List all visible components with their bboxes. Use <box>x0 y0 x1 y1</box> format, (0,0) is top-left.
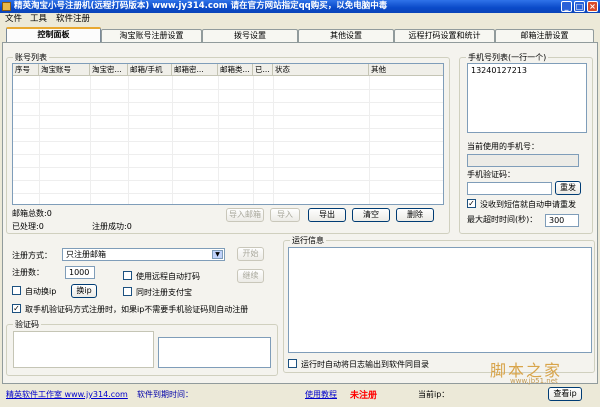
account-table[interactable]: 序号 淘宝账号 淘宝密... 邮箱/手机 邮箱密... 邮箱类... 已... … <box>12 63 444 205</box>
start-button[interactable]: 开始 <box>237 247 264 261</box>
clear-button[interactable]: 清空 <box>352 208 390 222</box>
alipay-checkbox[interactable] <box>123 287 132 296</box>
chevron-down-icon[interactable]: ▼ <box>212 250 223 259</box>
col-other[interactable]: 其他 <box>369 64 443 76</box>
grid-line <box>13 89 443 90</box>
export-button[interactable]: 导出 <box>308 208 346 222</box>
col-processed[interactable]: 已... <box>253 64 273 76</box>
log-label: 运行信息 <box>290 235 326 246</box>
tab-control-panel[interactable]: 控制面板 <box>6 27 101 43</box>
grid-line <box>13 193 443 194</box>
tab-other-settings[interactable]: 其他设置 <box>298 29 394 42</box>
processed-count: 已处理:0 <box>12 222 44 231</box>
expire-label: 软件到期时间： <box>137 390 193 399</box>
remote-captcha-checkbox[interactable] <box>123 271 132 280</box>
auto-resend-label: 没收到短信就自动申请重发 <box>480 200 576 209</box>
current-ip-label: 当前ip： <box>418 390 450 399</box>
register-count-label: 注册数： <box>12 268 44 277</box>
tutorial-link[interactable]: 使用教程 <box>305 389 337 400</box>
auto-export-log-label: 运行时自动将日志输出到软件同目录 <box>301 360 429 369</box>
col-index[interactable]: 序号 <box>13 64 39 76</box>
phone-code-field[interactable] <box>467 182 552 195</box>
grid-line <box>253 76 254 204</box>
account-list-label: 账号列表 <box>13 52 49 63</box>
auto-resend-checkbox[interactable]: ✓ <box>467 199 476 208</box>
status-bar: 精英软件工作室 www.jy314.com 软件到期时间： 使用教程 未注册 当… <box>0 384 600 407</box>
register-success-count: 注册成功:0 <box>92 222 132 231</box>
grid-line <box>13 167 443 168</box>
current-phone-label: 当前使用的手机号： <box>467 142 539 151</box>
captcha-label: 验证码 <box>13 319 41 330</box>
resend-button[interactable]: 重发 <box>555 181 581 195</box>
current-phone-field <box>467 154 579 167</box>
captcha-image <box>13 331 154 368</box>
col-taobao-account[interactable]: 淘宝账号 <box>39 64 90 76</box>
import-button[interactable]: 导入 <box>270 208 300 222</box>
grid-line <box>13 180 443 181</box>
import-email-button[interactable]: 导入邮箱 <box>226 208 264 222</box>
col-email-type[interactable]: 邮箱类... <box>218 64 253 76</box>
col-email-password[interactable]: 邮箱密... <box>172 64 218 76</box>
grid-line <box>13 102 443 103</box>
menu-bar: 文件 工具 软件注册 <box>0 13 600 26</box>
grid-line <box>13 128 443 129</box>
register-method-value: 只注册邮箱 <box>66 250 106 259</box>
registration-status: 未注册 <box>350 391 378 401</box>
close-icon[interactable]: × <box>587 1 598 12</box>
app-icon <box>2 2 11 11</box>
tab-taobao-settings[interactable]: 淘宝账号注册设置 <box>101 29 202 42</box>
menu-register[interactable]: 软件注册 <box>56 13 90 26</box>
studio-link[interactable]: 精英软件工作室 www.jy314.com <box>6 389 128 400</box>
continue-button[interactable]: 继续 <box>237 269 264 283</box>
register-method-label: 注册方式： <box>12 251 52 260</box>
minimize-icon[interactable]: _ <box>561 1 572 12</box>
view-ip-button[interactable]: 查看ip <box>548 387 582 401</box>
grid-line <box>218 76 219 204</box>
title-bar: 精英淘宝小号注册机(远程打码版本) www.jy314.com 请在官方网站指定… <box>0 0 600 13</box>
menu-file[interactable]: 文件 <box>5 13 22 26</box>
phone-code-label: 手机验证码： <box>467 170 515 179</box>
remote-captcha-label: 使用远程自动打码 <box>136 272 200 281</box>
menu-tools[interactable]: 工具 <box>30 13 47 26</box>
alipay-label: 同时注册支付宝 <box>136 288 192 297</box>
maximize-icon[interactable]: □ <box>574 1 585 12</box>
col-taobao-password[interactable]: 淘宝密... <box>90 64 128 76</box>
col-status[interactable]: 状态 <box>273 64 369 76</box>
window-title: 精英淘宝小号注册机(远程打码版本) www.jy314.com 请在官方网站指定… <box>14 1 388 11</box>
phone-list-label: 手机号列表(一行一个) <box>466 52 549 63</box>
auto-change-ip-checkbox[interactable] <box>12 286 21 295</box>
tab-remote-captcha[interactable]: 远程打码设置和统计 <box>394 29 495 42</box>
timeout-label: 最大超时时间(秒)： <box>467 215 538 224</box>
tab-dial-settings[interactable]: 拨号设置 <box>202 29 298 42</box>
register-method-select[interactable]: 只注册邮箱 ▼ <box>62 248 225 261</box>
grid-line <box>128 76 129 204</box>
grid-line <box>273 76 274 204</box>
phone-code-mode-label: 取手机验证码方式注册时，如果ip不需要手机验证码则自动注册 <box>25 305 249 314</box>
grid-line <box>13 115 443 116</box>
grid-line <box>13 141 443 142</box>
register-count-field[interactable]: 1000 <box>65 266 95 279</box>
phone-code-mode-checkbox[interactable]: ✓ <box>12 304 21 313</box>
grid-line <box>13 154 443 155</box>
email-total: 邮箱总数:0 <box>12 209 52 218</box>
change-ip-button[interactable]: 换ip <box>71 284 97 298</box>
grid-line <box>172 76 173 204</box>
grid-line <box>90 76 91 204</box>
tab-email-settings[interactable]: 邮箱注册设置 <box>495 29 594 42</box>
grid-line <box>39 76 40 204</box>
delete-button[interactable]: 删除 <box>396 208 434 222</box>
col-email-phone[interactable]: 邮箱/手机 <box>128 64 172 76</box>
log-textarea[interactable] <box>288 247 592 353</box>
grid-line <box>369 76 370 204</box>
auto-change-ip-label: 自动换ip <box>25 287 57 296</box>
phone-list-input[interactable]: 13240127213 <box>467 63 587 133</box>
captcha-input[interactable] <box>158 337 271 368</box>
timeout-field[interactable]: 300 <box>545 214 579 227</box>
auto-export-log-checkbox[interactable] <box>288 359 297 368</box>
